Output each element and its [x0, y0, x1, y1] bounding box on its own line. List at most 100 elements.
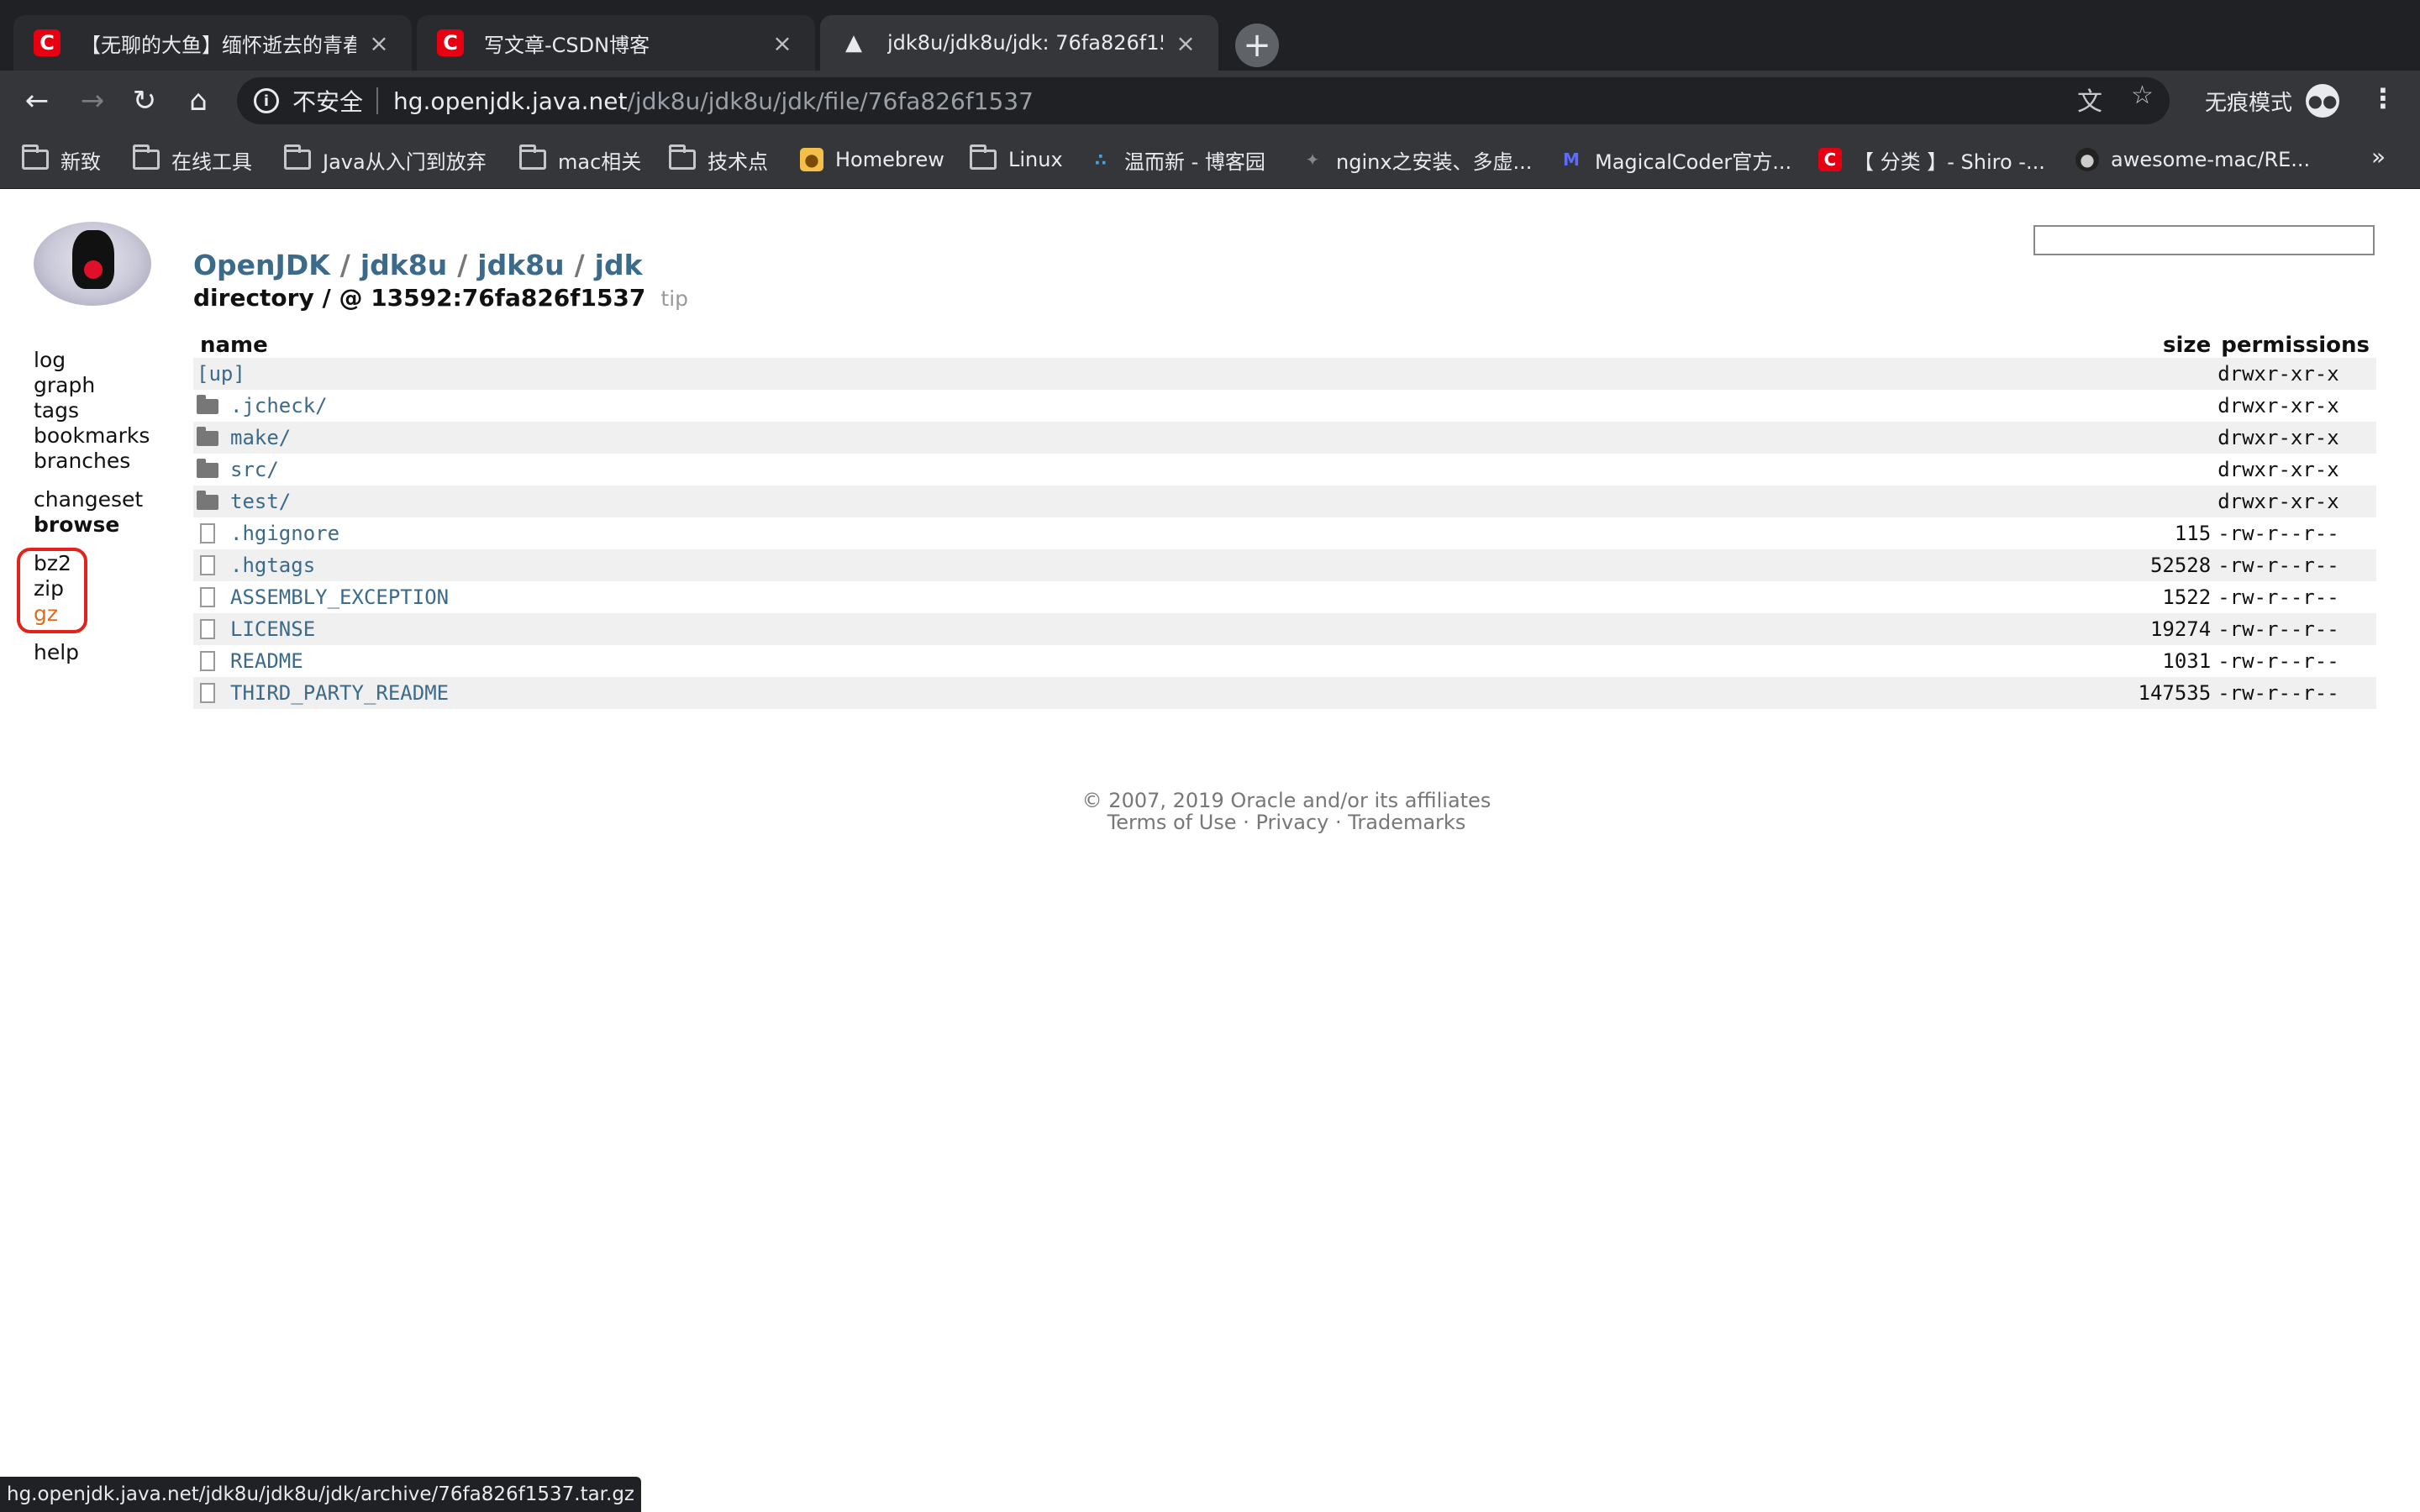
- tab-3-active[interactable]: ▲ jdk8u/jdk8u/jdk: 76fa826f1537 ×: [820, 15, 1218, 71]
- translate-icon[interactable]: 文: [2077, 81, 2102, 118]
- duke-figure: [72, 230, 114, 289]
- site-info-icon[interactable]: i: [254, 88, 279, 113]
- bookmark-label: 技术点: [708, 150, 768, 174]
- column-header-size: size: [2163, 333, 2212, 358]
- trademarks-link[interactable]: Trademarks: [1348, 811, 1465, 834]
- bookmark-label: nginx之安装、多虚...: [1336, 150, 1533, 174]
- file-link[interactable]: LICENSE: [230, 617, 315, 641]
- bookmark-label: mac相关: [558, 150, 642, 174]
- url-host: hg.openjdk.java.net: [393, 87, 628, 115]
- nav-tags[interactable]: tags: [34, 398, 150, 423]
- file-listing-table: name size permissions [up] drwxr-xr-x .jch…: [193, 333, 2376, 709]
- table-row[interactable]: .hgignore 115 -rw-r--r--: [193, 517, 2376, 549]
- back-arrow-icon[interactable]: ←: [17, 81, 57, 121]
- bookmark-folder[interactable]: 技术点: [669, 143, 768, 176]
- bookmark-link[interactable]: ● awesome-mac/RE...: [2075, 143, 2310, 176]
- incognito-indicator[interactable]: 无痕模式 ●●: [2205, 82, 2340, 119]
- table-row[interactable]: .hgtags 52528 -rw-r--r--: [193, 549, 2376, 581]
- bookmarks-overflow-icon[interactable]: »: [2371, 143, 2386, 171]
- table-row[interactable]: LICENSE 19274 -rw-r--r--: [193, 613, 2376, 645]
- file-size-cell: 52528: [2123, 549, 2215, 581]
- nav-log[interactable]: log: [34, 348, 150, 373]
- bookmark-link[interactable]: ∴ 温而新 - 博客园: [1089, 143, 1265, 176]
- bookmark-link[interactable]: M MagicalCoder官方...: [1560, 143, 1791, 176]
- file-size-cell: 1031: [2123, 645, 2215, 677]
- bookmark-label: 温而新 - 博客园: [1124, 150, 1265, 174]
- bookmark-link[interactable]: C 【 分类 】- Shiro -...: [1818, 143, 2045, 176]
- table-row[interactable]: .jcheck/drwxr-xr-x: [193, 390, 2376, 422]
- file-link[interactable]: make/: [230, 426, 291, 449]
- file-link[interactable]: .jcheck/: [230, 394, 328, 417]
- breadcrumb-jdk[interactable]: jdk: [595, 249, 643, 281]
- tab-1[interactable]: C 【无聊的大鱼】缅怀逝去的青春 ×: [13, 15, 412, 71]
- nav-bookmarks[interactable]: bookmarks: [34, 423, 150, 449]
- table-row[interactable]: README 1031 -rw-r--r--: [193, 645, 2376, 677]
- reload-icon[interactable]: ↻: [124, 81, 165, 121]
- file-name-cell: .hgignore: [193, 517, 2124, 549]
- file-name-cell: [up]: [193, 358, 2124, 390]
- search-input[interactable]: [2033, 225, 2375, 255]
- table-row[interactable]: THIRD_PARTY_README 147535 -rw-r--r--: [193, 677, 2376, 709]
- footer-separator: ·: [1236, 811, 1256, 834]
- home-icon[interactable]: ⌂: [178, 81, 218, 121]
- bookmark-label: Homebrew: [835, 148, 944, 171]
- bookmark-label: MagicalCoder官方...: [1595, 150, 1792, 174]
- forward-arrow-icon[interactable]: →: [72, 81, 113, 121]
- security-label[interactable]: 不安全: [292, 84, 363, 118]
- tip-tag: tip: [660, 286, 689, 311]
- csdn-favicon-icon: C: [437, 29, 464, 56]
- bookmark-folder[interactable]: 在线工具: [133, 143, 252, 176]
- openjdk-duke-logo[interactable]: [34, 222, 151, 306]
- file-permissions-cell: -rw-r--r--: [2214, 517, 2376, 549]
- bookmarks-bar: 新致 在线工具 Java从入门到放弃 mac相关 技术点 ● Homebrew …: [0, 131, 2420, 189]
- address-bar[interactable]: i 不安全 hg.openjdk.java.net/jdk8u/jdk8u/jd…: [237, 77, 2170, 124]
- breadcrumb-jdk8u-repo[interactable]: jdk8u: [477, 249, 564, 281]
- table-row[interactable]: src/drwxr-xr-x: [193, 454, 2376, 486]
- nav-changeset[interactable]: changeset: [34, 487, 150, 512]
- breadcrumb: OpenJDK / jdk8u / jdk8u / jdk: [193, 249, 643, 281]
- file-link[interactable]: src/: [230, 458, 279, 481]
- tab-close-icon[interactable]: ×: [770, 29, 795, 57]
- file-permissions-cell: drwxr-xr-x: [2214, 454, 2376, 486]
- file-size-cell: [2123, 486, 2215, 517]
- file-link[interactable]: .hgignore: [230, 522, 339, 545]
- new-tab-button[interactable]: +: [1235, 24, 1279, 67]
- tab-title: 【无聊的大鱼】缅怀逝去的青春: [81, 33, 356, 57]
- table-row[interactable]: [up] drwxr-xr-x: [193, 358, 2376, 390]
- homebrew-icon: ●: [800, 148, 823, 171]
- terms-link[interactable]: Terms of Use: [1107, 811, 1237, 834]
- file-link[interactable]: ASSEMBLY_EXCEPTION: [230, 585, 449, 609]
- table-row[interactable]: ASSEMBLY_EXCEPTION 1522 -rw-r--r--: [193, 581, 2376, 613]
- menu-dots-icon[interactable]: ⋮: [2370, 82, 2396, 114]
- bookmark-link[interactable]: ● Homebrew: [800, 143, 944, 176]
- nav-graph[interactable]: graph: [34, 373, 150, 398]
- bookmark-folder[interactable]: 新致: [22, 143, 101, 176]
- file-link[interactable]: THIRD_PARTY_README: [230, 681, 449, 705]
- breadcrumb-separator: /: [339, 249, 350, 281]
- tab-2[interactable]: C 写文章-CSDN博客 ×: [417, 15, 815, 71]
- tab-close-icon[interactable]: ×: [1173, 29, 1198, 57]
- privacy-link[interactable]: Privacy: [1255, 811, 1328, 834]
- bookmark-folder[interactable]: Linux: [970, 143, 1063, 176]
- file-size-cell: [2123, 358, 2215, 390]
- file-link[interactable]: README: [230, 649, 303, 673]
- bookmark-link[interactable]: ✦ nginx之安装、多虚...: [1301, 143, 1533, 176]
- duke-favicon-icon: ▲: [845, 30, 862, 55]
- tab-close-icon[interactable]: ×: [366, 29, 392, 57]
- breadcrumb-jdk8u[interactable]: jdk8u: [360, 249, 447, 281]
- bookmark-folder[interactable]: mac相关: [519, 143, 641, 176]
- bookmark-star-icon[interactable]: ☆: [2131, 81, 2154, 110]
- table-row[interactable]: test/drwxr-xr-x: [193, 486, 2376, 517]
- column-header-name: name: [200, 333, 268, 358]
- footer-links: Terms of Use · Privacy · Trademarks: [1082, 811, 1491, 833]
- table-row[interactable]: make/drwxr-xr-x: [193, 422, 2376, 454]
- file-permissions-cell: -rw-r--r--: [2214, 613, 2376, 645]
- nav-branches[interactable]: branches: [34, 449, 150, 474]
- nav-help[interactable]: help: [34, 640, 150, 665]
- parent-directory-link[interactable]: [up]: [197, 362, 245, 386]
- file-link[interactable]: test/: [230, 490, 291, 513]
- bookmark-folder[interactable]: Java从入门到放弃: [284, 143, 487, 176]
- breadcrumb-openjdk[interactable]: OpenJDK: [193, 249, 330, 281]
- file-link[interactable]: .hgtags: [230, 554, 315, 577]
